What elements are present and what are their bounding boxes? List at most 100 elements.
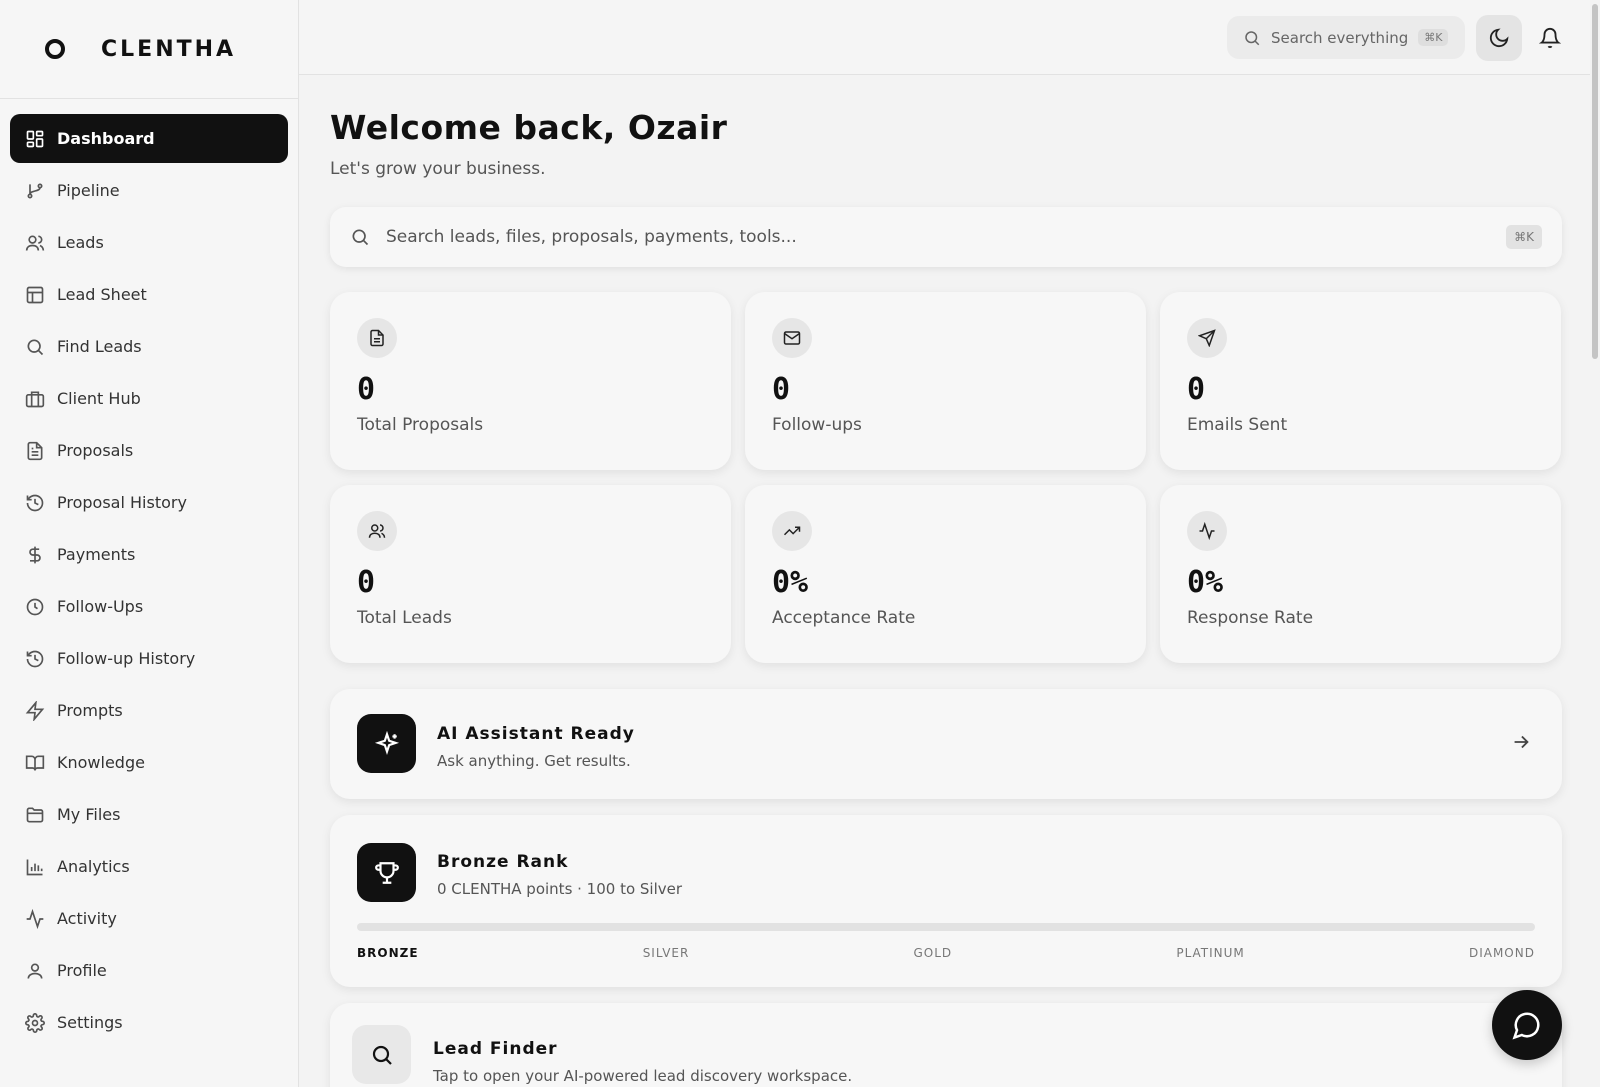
sidebar-item-follow-ups[interactable]: Follow-Ups <box>10 582 288 631</box>
stats-grid: 0 Total Proposals 0 Follow-ups 0 Emails … <box>330 292 1562 663</box>
sidebar-item-dashboard[interactable]: Dashboard <box>10 114 288 163</box>
tier-diamond: DIAMOND <box>1468 946 1535 960</box>
card-subtitle: Tap to open your AI-powered lead discove… <box>433 1067 853 1085</box>
stat-label: Emails Sent <box>1187 415 1288 435</box>
page-subtitle: Let's grow your business. <box>330 159 546 179</box>
sidebar-item-label: Settings <box>57 1013 123 1032</box>
sidebar-item-follow-up-history[interactable]: Follow-up History <box>10 634 288 683</box>
dollar-icon <box>25 545 45 565</box>
rank-tiers: BRONZE SILVER GOLD PLATINUM DIAMOND <box>357 946 1535 960</box>
sidebar-item-label: Prompts <box>57 701 123 720</box>
sidebar-item-label: Follow-up History <box>57 649 196 668</box>
card-title: Bronze Rank <box>437 852 569 872</box>
table-icon <box>25 285 45 305</box>
sparkles-icon <box>357 714 416 773</box>
sidebar-nav: Dashboard Pipeline Leads Lead Sheet Find… <box>0 99 298 1047</box>
sidebar-item-proposal-history[interactable]: Proposal History <box>10 478 288 527</box>
sidebar-item-label: Pipeline <box>57 181 120 200</box>
gear-icon <box>25 1012 45 1033</box>
stat-value: 0 <box>1187 372 1206 407</box>
sidebar-item-analytics[interactable]: Analytics <box>10 842 288 891</box>
sidebar-item-client-hub[interactable]: Client Hub <box>10 374 288 423</box>
stat-card-emails-sent[interactable]: 0 Emails Sent <box>1160 292 1561 470</box>
sidebar-item-find-leads[interactable]: Find Leads <box>10 322 288 371</box>
chat-button[interactable] <box>1492 990 1562 1060</box>
stat-card-total-leads[interactable]: 0 Total Leads <box>330 485 731 663</box>
brand[interactable]: CLENTHA <box>0 0 298 99</box>
stat-value: 0 <box>357 565 376 600</box>
lead-finder-card[interactable]: Lead Finder Tap to open your AI-powered … <box>330 1003 1562 1087</box>
stat-value: 0 <box>772 372 791 407</box>
sidebar-item-label: Follow-Ups <box>57 597 144 616</box>
sidebar-item-prompts[interactable]: Prompts <box>10 686 288 735</box>
chat-bubble-icon <box>1512 1010 1542 1040</box>
sidebar-item-settings[interactable]: Settings <box>10 998 288 1047</box>
briefcase-icon <box>25 389 45 409</box>
sidebar-item-my-files[interactable]: My Files <box>10 790 288 839</box>
users-icon <box>357 511 397 551</box>
card-subtitle: 0 CLENTHA points · 100 to Silver <box>437 880 683 898</box>
dashboard-search-input[interactable]: Search leads, files, proposals, payments… <box>330 207 1562 267</box>
user-icon <box>25 961 45 981</box>
sidebar-item-leads[interactable]: Leads <box>10 218 288 267</box>
tier-bronze: BRONZE <box>357 946 419 960</box>
stat-value: 0% <box>772 565 809 600</box>
card-title: AI Assistant Ready <box>437 724 635 744</box>
stat-card-total-proposals[interactable]: 0 Total Proposals <box>330 292 731 470</box>
moon-icon <box>1488 27 1510 49</box>
sidebar-item-label: Client Hub <box>57 389 141 408</box>
stat-card-response-rate[interactable]: 0% Response Rate <box>1160 485 1561 663</box>
logo-icon <box>45 39 65 59</box>
rank-card[interactable]: Bronze Rank 0 CLENTHA points · 100 to Si… <box>330 815 1562 987</box>
page-title: Welcome back, Ozair <box>330 108 728 147</box>
tier-silver: SILVER <box>642 946 690 960</box>
stat-card-follow-ups[interactable]: 0 Follow-ups <box>745 292 1146 470</box>
sidebar-item-label: Lead Sheet <box>57 285 147 304</box>
notifications-button[interactable] <box>1527 15 1573 61</box>
sidebar-item-payments[interactable]: Payments <box>10 530 288 579</box>
sidebar-item-label: My Files <box>57 805 121 824</box>
shortcut-badge: ⌘K <box>1506 225 1542 249</box>
tier-gold: GOLD <box>913 946 953 960</box>
scrollbar-thumb[interactable] <box>1592 4 1598 359</box>
stat-value: 0 <box>357 372 376 407</box>
global-search-input[interactable]: Search everything ⌘K <box>1227 16 1465 59</box>
main-content: Welcome back, Ozair Let's grow your busi… <box>330 75 1562 1087</box>
shortcut-badge: ⌘K <box>1418 29 1449 46</box>
sidebar-item-label: Find Leads <box>57 337 142 356</box>
stat-label: Follow-ups <box>772 415 862 435</box>
activity-icon <box>1187 511 1227 551</box>
bar-chart-icon <box>25 857 45 877</box>
grid-icon <box>25 129 45 149</box>
sidebar-item-label: Profile <box>57 961 107 980</box>
ai-assistant-card[interactable]: AI Assistant Ready Ask anything. Get res… <box>330 689 1562 799</box>
scrollbar[interactable] <box>1590 0 1600 1087</box>
sidebar-item-label: Payments <box>57 545 136 564</box>
stat-card-acceptance-rate[interactable]: 0% Acceptance Rate <box>745 485 1146 663</box>
card-subtitle: Ask anything. Get results. <box>437 752 631 770</box>
theme-toggle-button[interactable] <box>1476 15 1522 61</box>
clock-icon <box>25 597 45 617</box>
search-icon <box>350 227 370 247</box>
stat-label: Total Proposals <box>357 415 484 435</box>
tier-platinum: PLATINUM <box>1176 946 1245 960</box>
sidebar-item-activity[interactable]: Activity <box>10 894 288 943</box>
users-icon <box>25 233 45 253</box>
sidebar-item-label: Analytics <box>57 857 130 876</box>
file-text-icon <box>357 318 397 358</box>
sidebar-item-label: Proposals <box>57 441 134 460</box>
sidebar-item-proposals[interactable]: Proposals <box>10 426 288 475</box>
sidebar-item-label: Dashboard <box>57 129 155 148</box>
stat-label: Acceptance Rate <box>772 608 916 628</box>
sidebar-item-label: Knowledge <box>57 753 145 772</box>
search-icon <box>1243 29 1261 47</box>
brand-name: CLENTHA <box>101 36 237 62</box>
sidebar-item-label: Leads <box>57 233 104 252</box>
sidebar-item-lead-sheet[interactable]: Lead Sheet <box>10 270 288 319</box>
sidebar: CLENTHA Dashboard Pipeline Leads Lead Sh… <box>0 0 299 1087</box>
stat-label: Total Leads <box>357 608 452 628</box>
sidebar-item-pipeline[interactable]: Pipeline <box>10 166 288 215</box>
sidebar-item-profile[interactable]: Profile <box>10 946 288 995</box>
sidebar-item-knowledge[interactable]: Knowledge <box>10 738 288 787</box>
activity-icon <box>25 908 45 929</box>
